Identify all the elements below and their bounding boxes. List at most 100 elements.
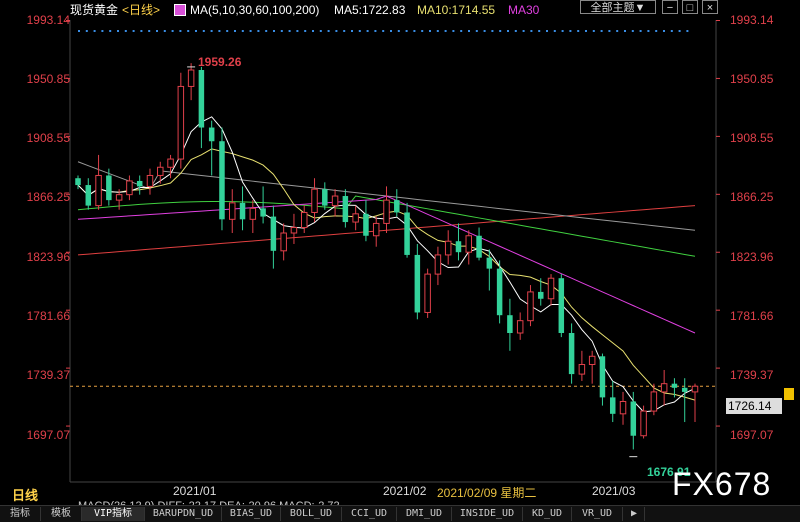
dot-marker bbox=[202, 30, 205, 32]
candle-down[interactable] bbox=[404, 212, 410, 255]
dot-marker bbox=[241, 30, 244, 32]
candle-down[interactable] bbox=[455, 241, 462, 253]
candle-up[interactable] bbox=[167, 158, 174, 168]
candle-down[interactable] bbox=[208, 127, 215, 142]
candle-up[interactable] bbox=[290, 227, 298, 234]
dot-marker bbox=[413, 30, 416, 32]
candle-down[interactable] bbox=[342, 196, 349, 223]
tab-indicator[interactable]: 指标 bbox=[0, 507, 41, 521]
scroll-right-icon[interactable]: ▶ bbox=[624, 507, 645, 521]
price-tick: 1993.14 bbox=[26, 13, 70, 27]
candle-up[interactable] bbox=[547, 277, 555, 300]
candle-down[interactable] bbox=[239, 202, 246, 220]
dot-marker bbox=[163, 30, 166, 32]
dot-marker bbox=[195, 30, 197, 32]
tab-boll[interactable]: BOLL_UD bbox=[281, 507, 342, 521]
candle-down[interactable] bbox=[630, 401, 637, 436]
candle-up[interactable] bbox=[146, 174, 154, 187]
candle-up[interactable] bbox=[578, 364, 586, 375]
tab-kd[interactable]: KD_UD bbox=[523, 507, 572, 521]
candle-down[interactable] bbox=[198, 70, 205, 128]
candle-up[interactable] bbox=[691, 385, 699, 393]
dot-marker bbox=[140, 30, 143, 32]
candle-up[interactable] bbox=[352, 213, 359, 223]
candle-up[interactable] bbox=[434, 254, 442, 275]
price-tick: 1993.14 bbox=[730, 13, 774, 27]
tab-dmi[interactable]: DMI_UD bbox=[397, 507, 452, 521]
dot-marker bbox=[218, 30, 221, 32]
candle-down[interactable] bbox=[219, 141, 225, 220]
candle-down[interactable] bbox=[260, 208, 266, 217]
dot-marker bbox=[499, 30, 502, 32]
tab-barupdn[interactable]: BARUPDN_UD bbox=[145, 507, 222, 521]
tab-bias[interactable]: BIAS_UD bbox=[222, 507, 281, 521]
candle-down[interactable] bbox=[599, 356, 606, 398]
candlestick-chart[interactable] bbox=[0, 0, 800, 521]
candle-up[interactable] bbox=[331, 195, 339, 207]
candle-up[interactable] bbox=[660, 383, 668, 393]
tab-cci[interactable]: CCI_UD bbox=[342, 507, 397, 521]
candle-down[interactable] bbox=[609, 397, 616, 414]
candle-up[interactable] bbox=[126, 180, 133, 196]
candle-down[interactable] bbox=[414, 254, 421, 313]
dot-marker bbox=[631, 30, 634, 32]
dot-marker bbox=[171, 30, 174, 32]
candle-up[interactable] bbox=[157, 166, 164, 176]
tab-vr[interactable]: VR_UD bbox=[572, 507, 623, 521]
current-price-arrow[interactable] bbox=[784, 388, 794, 400]
candle-up[interactable] bbox=[300, 211, 308, 229]
dot-marker bbox=[179, 30, 182, 32]
candle-down[interactable] bbox=[507, 315, 513, 334]
price-tick: 1697.07 bbox=[26, 428, 70, 442]
candle-down[interactable] bbox=[106, 175, 112, 201]
candle-up[interactable] bbox=[444, 240, 452, 256]
candle-up[interactable] bbox=[424, 273, 431, 313]
candle-up[interactable] bbox=[95, 174, 102, 207]
watermark: FX678 bbox=[672, 466, 772, 502]
candle-up[interactable] bbox=[640, 410, 647, 437]
candle-down[interactable] bbox=[476, 235, 482, 258]
tab-vip-indicator[interactable]: VIP指标 bbox=[82, 507, 145, 521]
candle-down[interactable] bbox=[394, 200, 400, 213]
price-tick: 1866.25 bbox=[26, 190, 70, 204]
candle-down[interactable] bbox=[322, 189, 328, 206]
candle-up[interactable] bbox=[177, 85, 185, 160]
candle-down[interactable] bbox=[75, 178, 81, 186]
candle-up[interactable] bbox=[516, 320, 524, 334]
dot-marker bbox=[663, 30, 665, 32]
candle-up[interactable] bbox=[527, 291, 534, 322]
candle-up[interactable] bbox=[588, 355, 596, 366]
candle-up[interactable] bbox=[229, 202, 236, 220]
candle-down[interactable] bbox=[538, 291, 544, 299]
candle-up[interactable] bbox=[383, 199, 390, 224]
candle-up[interactable] bbox=[465, 235, 473, 253]
candle-down[interactable] bbox=[363, 213, 369, 236]
price-tick: 1781.66 bbox=[26, 309, 70, 323]
candle-up[interactable] bbox=[619, 400, 627, 415]
tab-inside[interactable]: INSIDE_UD bbox=[452, 507, 523, 521]
candle-up[interactable] bbox=[249, 207, 257, 220]
dot-marker bbox=[273, 30, 275, 32]
dot-marker bbox=[577, 30, 580, 32]
candle-down[interactable] bbox=[85, 185, 92, 206]
dot-marker bbox=[85, 30, 88, 32]
tab-template[interactable]: 模板 bbox=[41, 507, 82, 521]
candle-down[interactable] bbox=[486, 257, 493, 269]
candle-up[interactable] bbox=[650, 391, 658, 412]
dot-marker bbox=[343, 30, 346, 32]
candle-down[interactable] bbox=[136, 180, 143, 187]
dot-marker bbox=[319, 30, 322, 32]
candle-down[interactable] bbox=[568, 333, 575, 375]
candle-up[interactable] bbox=[280, 232, 287, 252]
dot-marker bbox=[280, 30, 283, 32]
candle-up[interactable] bbox=[187, 69, 195, 87]
candle-down[interactable] bbox=[496, 268, 503, 316]
candle-down[interactable] bbox=[671, 383, 678, 388]
candle-up[interactable] bbox=[372, 222, 380, 237]
candle-down[interactable] bbox=[270, 216, 277, 251]
candle-up[interactable] bbox=[311, 188, 318, 213]
candle-up[interactable] bbox=[115, 194, 123, 201]
candle-down[interactable] bbox=[681, 387, 688, 392]
candle-down[interactable] bbox=[558, 278, 565, 334]
dot-marker bbox=[444, 30, 447, 32]
